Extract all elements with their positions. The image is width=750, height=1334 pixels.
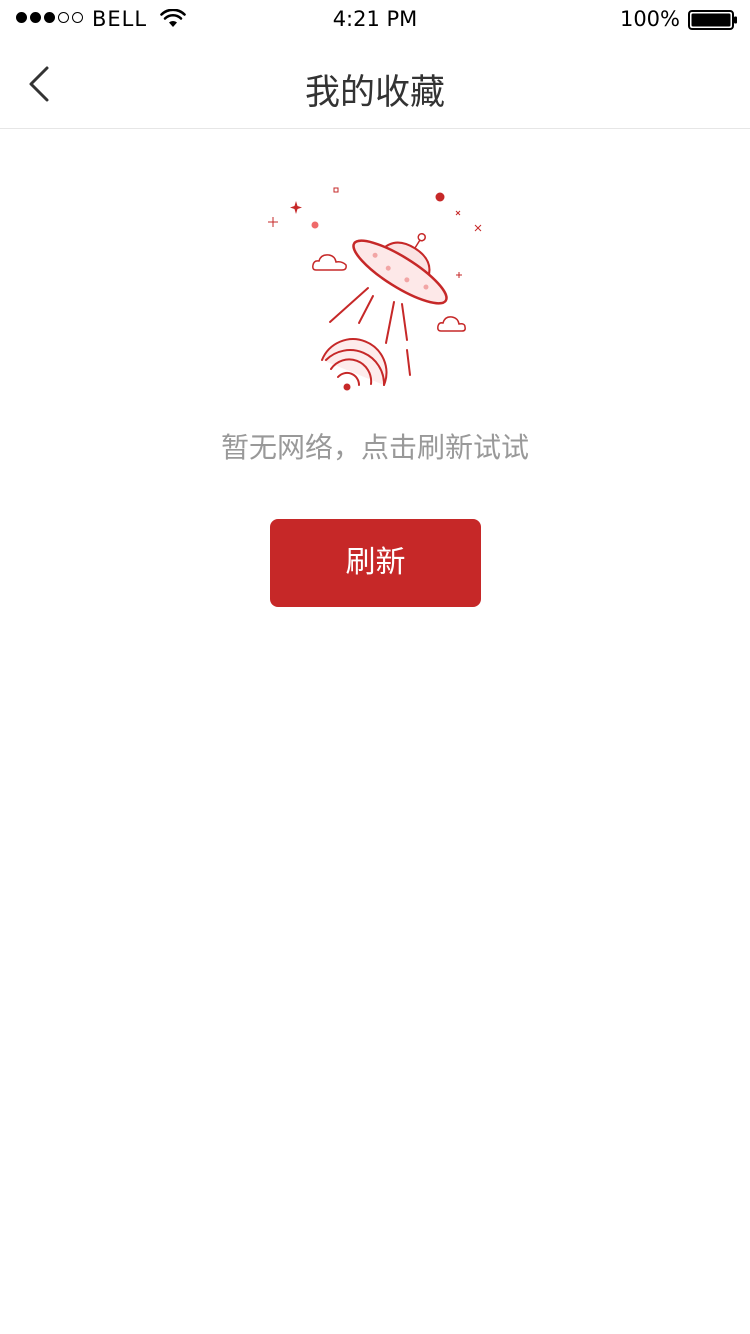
cloud-icon bbox=[312, 254, 347, 271]
ufo-no-network-illustration bbox=[268, 187, 482, 391]
empty-state-message: 暂无网络，点击刷新试试 bbox=[220, 431, 529, 464]
ufo-icon bbox=[352, 232, 448, 305]
wifi-signal-icon bbox=[321, 338, 388, 386]
cloud-icon bbox=[437, 316, 466, 332]
page-title: 我的收藏 bbox=[304, 73, 445, 113]
battery-icon bbox=[688, 10, 737, 30]
navigation-bar: 我的收藏 bbox=[0, 40, 750, 129]
refresh-button[interactable]: 刷新 bbox=[270, 519, 481, 607]
status-bar: BELL 4:21 PM 100% bbox=[0, 0, 750, 40]
battery-percentage: 100% bbox=[619, 7, 680, 31]
